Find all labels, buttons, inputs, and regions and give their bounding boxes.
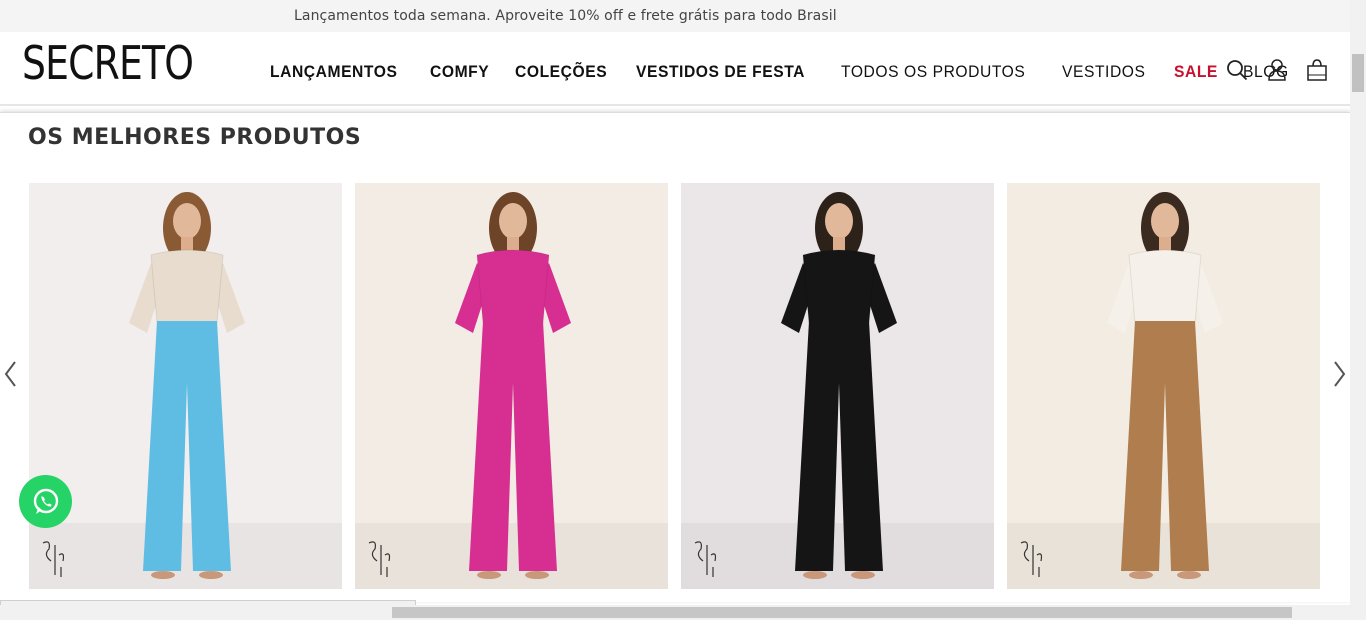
- model-neck: [833, 237, 845, 251]
- nav-item-colecoes[interactable]: COLEÇÕES: [515, 62, 607, 82]
- model-foot-right: [525, 571, 549, 579]
- header-divider: [0, 104, 1350, 106]
- model-neck: [1159, 237, 1171, 251]
- model-foot-left: [1129, 571, 1153, 579]
- photo-floor: [29, 523, 342, 589]
- whatsapp-icon: [33, 488, 58, 514]
- model-top: [1128, 249, 1202, 324]
- model-foot-left: [151, 571, 175, 579]
- model-foot-right: [199, 571, 223, 579]
- product-carousel: [29, 183, 1320, 589]
- product-image[interactable]: [355, 183, 668, 589]
- model-top: [802, 249, 876, 324]
- nav-item-lancamentos[interactable]: LANÇAMENTOS: [270, 62, 397, 82]
- model-face: [1151, 203, 1179, 239]
- whatsapp-button[interactable]: [19, 475, 72, 528]
- product-image[interactable]: [1007, 183, 1320, 589]
- section-title: OS MELHORES PRODUTOS: [28, 125, 362, 150]
- nav-item-vestidos[interactable]: VESTIDOS: [1062, 62, 1146, 82]
- shopping-bag-icon[interactable]: [1306, 58, 1328, 82]
- vertical-scrollbar[interactable]: [1350, 0, 1366, 605]
- model-neck: [181, 237, 193, 251]
- main-nav: LANÇAMENTOS COMFY COLEÇÕES VESTIDOS DE F…: [270, 62, 1313, 82]
- header-actions: [1226, 58, 1328, 82]
- announcement-bar: Lançamentos toda semana. Aproveite 10% o…: [0, 0, 1350, 32]
- user-icon[interactable]: [1266, 58, 1288, 82]
- product-image[interactable]: [681, 183, 994, 589]
- search-icon[interactable]: [1226, 58, 1248, 82]
- site-logo[interactable]: SECRETO: [22, 40, 194, 86]
- model-foot-right: [851, 571, 875, 579]
- product-card[interactable]: [29, 183, 342, 589]
- model-face: [825, 203, 853, 239]
- chevron-right-icon: [1334, 361, 1346, 387]
- product-card[interactable]: [1007, 183, 1320, 589]
- nav-item-comfy[interactable]: COMFY: [430, 62, 489, 82]
- horizontal-scrollbar[interactable]: [0, 605, 1366, 620]
- model-neck: [507, 237, 519, 251]
- chevron-left-icon: [4, 361, 16, 387]
- product-card[interactable]: [355, 183, 668, 589]
- announcement-text: Lançamentos toda semana. Aproveite 10% o…: [294, 8, 837, 24]
- photo-floor: [355, 523, 668, 589]
- nav-item-vestidos-de-festa[interactable]: VESTIDOS DE FESTA: [636, 62, 805, 82]
- photo-floor: [681, 523, 994, 589]
- site-header: SECRETO LANÇAMENTOS COMFY COLEÇÕES VESTI…: [0, 32, 1350, 106]
- model-top: [476, 249, 550, 324]
- model-foot-left: [803, 571, 827, 579]
- model-top: [150, 249, 224, 324]
- vertical-scroll-thumb[interactable]: [1352, 54, 1364, 92]
- model-face: [499, 203, 527, 239]
- photo-floor: [1007, 523, 1320, 589]
- nav-item-todos-os-produtos[interactable]: TODOS OS PRODUTOS: [841, 62, 1025, 82]
- horizontal-scroll-thumb[interactable]: [392, 607, 1292, 618]
- nav-item-sale[interactable]: SALE: [1174, 62, 1218, 82]
- model-foot-right: [1177, 571, 1201, 579]
- model-face: [173, 203, 201, 239]
- carousel-next-button[interactable]: [1332, 359, 1348, 389]
- best-products-panel: OS MELHORES PRODUTOS: [0, 112, 1350, 602]
- model-foot-left: [477, 571, 501, 579]
- product-image[interactable]: [29, 183, 342, 589]
- carousel-prev-button[interactable]: [2, 359, 18, 389]
- product-card[interactable]: [681, 183, 994, 589]
